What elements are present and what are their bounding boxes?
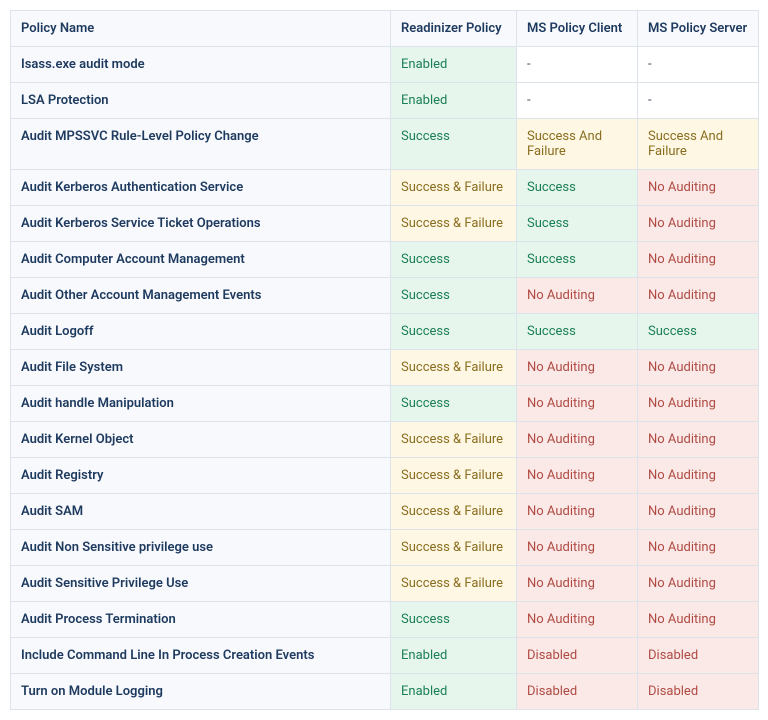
server-cell: Disabled: [638, 638, 759, 674]
policy-name-cell: Isass.exe audit mode: [11, 47, 391, 83]
policy-name-cell: Audit handle Manipulation: [11, 386, 391, 422]
server-cell: No Auditing: [638, 494, 759, 530]
client-cell: No Auditing: [517, 386, 638, 422]
readinizer-cell: Success: [391, 242, 517, 278]
table-row: Audit Non Sensitive privilege useSuccess…: [11, 530, 759, 566]
client-cell: -: [517, 47, 638, 83]
policy-name-cell: Audit Process Termination: [11, 602, 391, 638]
table-row: Include Command Line In Process Creation…: [11, 638, 759, 674]
policy-name-cell: Audit Kerberos Authentication Service: [11, 170, 391, 206]
readinizer-cell: Success: [391, 278, 517, 314]
readinizer-cell: Success: [391, 602, 517, 638]
policy-name-cell: Audit Logoff: [11, 314, 391, 350]
client-cell: No Auditing: [517, 566, 638, 602]
client-cell: No Auditing: [517, 278, 638, 314]
server-cell: -: [638, 47, 759, 83]
table-row: Audit SAMSuccess & FailureNo AuditingNo …: [11, 494, 759, 530]
policy-name-cell: Include Command Line In Process Creation…: [11, 638, 391, 674]
policy-name-cell: Audit Registry: [11, 458, 391, 494]
server-cell: No Auditing: [638, 422, 759, 458]
client-cell: Success: [517, 170, 638, 206]
table-row: Audit Computer Account ManagementSuccess…: [11, 242, 759, 278]
policy-table: Policy Name Readinizer Policy MS Policy …: [10, 10, 759, 710]
table-row: LSA ProtectionEnabled--: [11, 83, 759, 119]
col-ms-client: MS Policy Client: [517, 11, 638, 47]
client-cell: Sucess: [517, 206, 638, 242]
readinizer-cell: Success & Failure: [391, 494, 517, 530]
server-cell: Success And Failure: [638, 119, 759, 170]
readinizer-cell: Success & Failure: [391, 170, 517, 206]
client-cell: Disabled: [517, 638, 638, 674]
policy-name-cell: Audit Sensitive Privilege Use: [11, 566, 391, 602]
readinizer-cell: Success & Failure: [391, 206, 517, 242]
client-cell: No Auditing: [517, 458, 638, 494]
table-row: Audit RegistrySuccess & FailureNo Auditi…: [11, 458, 759, 494]
policy-name-cell: Audit MPSSVC Rule-Level Policy Change: [11, 119, 391, 170]
client-cell: Success: [517, 314, 638, 350]
table-row: Audit Kerberos Authentication ServiceSuc…: [11, 170, 759, 206]
server-cell: No Auditing: [638, 350, 759, 386]
client-cell: No Auditing: [517, 494, 638, 530]
server-cell: No Auditing: [638, 566, 759, 602]
table-row: Turn on Module LoggingEnabledDisabledDis…: [11, 674, 759, 710]
server-cell: No Auditing: [638, 386, 759, 422]
policy-name-cell: Audit Kernel Object: [11, 422, 391, 458]
policy-name-cell: Turn on Module Logging: [11, 674, 391, 710]
policy-name-cell: Audit Computer Account Management: [11, 242, 391, 278]
server-cell: No Auditing: [638, 458, 759, 494]
readinizer-cell: Enabled: [391, 638, 517, 674]
table-header-row: Policy Name Readinizer Policy MS Policy …: [11, 11, 759, 47]
policy-name-cell: Audit Other Account Management Events: [11, 278, 391, 314]
readinizer-cell: Success: [391, 386, 517, 422]
readinizer-cell: Success & Failure: [391, 350, 517, 386]
readinizer-cell: Success: [391, 119, 517, 170]
col-ms-server: MS Policy Server: [638, 11, 759, 47]
table-row: Audit Kerberos Service Ticket Operations…: [11, 206, 759, 242]
server-cell: No Auditing: [638, 602, 759, 638]
table-body: Isass.exe audit modeEnabled--LSA Protect…: [11, 47, 759, 710]
server-cell: Disabled: [638, 674, 759, 710]
client-cell: No Auditing: [517, 422, 638, 458]
table-row: Audit Kernel ObjectSuccess & FailureNo A…: [11, 422, 759, 458]
server-cell: Success: [638, 314, 759, 350]
readinizer-cell: Success & Failure: [391, 530, 517, 566]
client-cell: No Auditing: [517, 350, 638, 386]
table-row: Audit handle ManipulationSuccessNo Audit…: [11, 386, 759, 422]
table-row: Audit Process TerminationSuccessNo Audit…: [11, 602, 759, 638]
client-cell: No Auditing: [517, 602, 638, 638]
readinizer-cell: Success & Failure: [391, 422, 517, 458]
server-cell: No Auditing: [638, 170, 759, 206]
table-row: Audit Sensitive Privilege UseSuccess & F…: [11, 566, 759, 602]
client-cell: Success: [517, 242, 638, 278]
col-policy-name: Policy Name: [11, 11, 391, 47]
client-cell: Success And Failure: [517, 119, 638, 170]
server-cell: No Auditing: [638, 206, 759, 242]
readinizer-cell: Enabled: [391, 83, 517, 119]
client-cell: -: [517, 83, 638, 119]
server-cell: No Auditing: [638, 530, 759, 566]
table-row: Audit Other Account Management EventsSuc…: [11, 278, 759, 314]
table-row: Audit MPSSVC Rule-Level Policy ChangeSuc…: [11, 119, 759, 170]
policy-name-cell: Audit SAM: [11, 494, 391, 530]
server-cell: No Auditing: [638, 242, 759, 278]
table-row: Audit File SystemSuccess & FailureNo Aud…: [11, 350, 759, 386]
policy-name-cell: LSA Protection: [11, 83, 391, 119]
readinizer-cell: Success & Failure: [391, 566, 517, 602]
client-cell: Disabled: [517, 674, 638, 710]
table-row: Isass.exe audit modeEnabled--: [11, 47, 759, 83]
col-readinizer: Readinizer Policy: [391, 11, 517, 47]
policy-name-cell: Audit File System: [11, 350, 391, 386]
table-row: Audit LogoffSuccessSuccessSuccess: [11, 314, 759, 350]
readinizer-cell: Success: [391, 314, 517, 350]
server-cell: No Auditing: [638, 278, 759, 314]
readinizer-cell: Success & Failure: [391, 458, 517, 494]
policy-name-cell: Audit Kerberos Service Ticket Operations: [11, 206, 391, 242]
readinizer-cell: Enabled: [391, 674, 517, 710]
server-cell: -: [638, 83, 759, 119]
policy-name-cell: Audit Non Sensitive privilege use: [11, 530, 391, 566]
client-cell: No Auditing: [517, 530, 638, 566]
readinizer-cell: Enabled: [391, 47, 517, 83]
